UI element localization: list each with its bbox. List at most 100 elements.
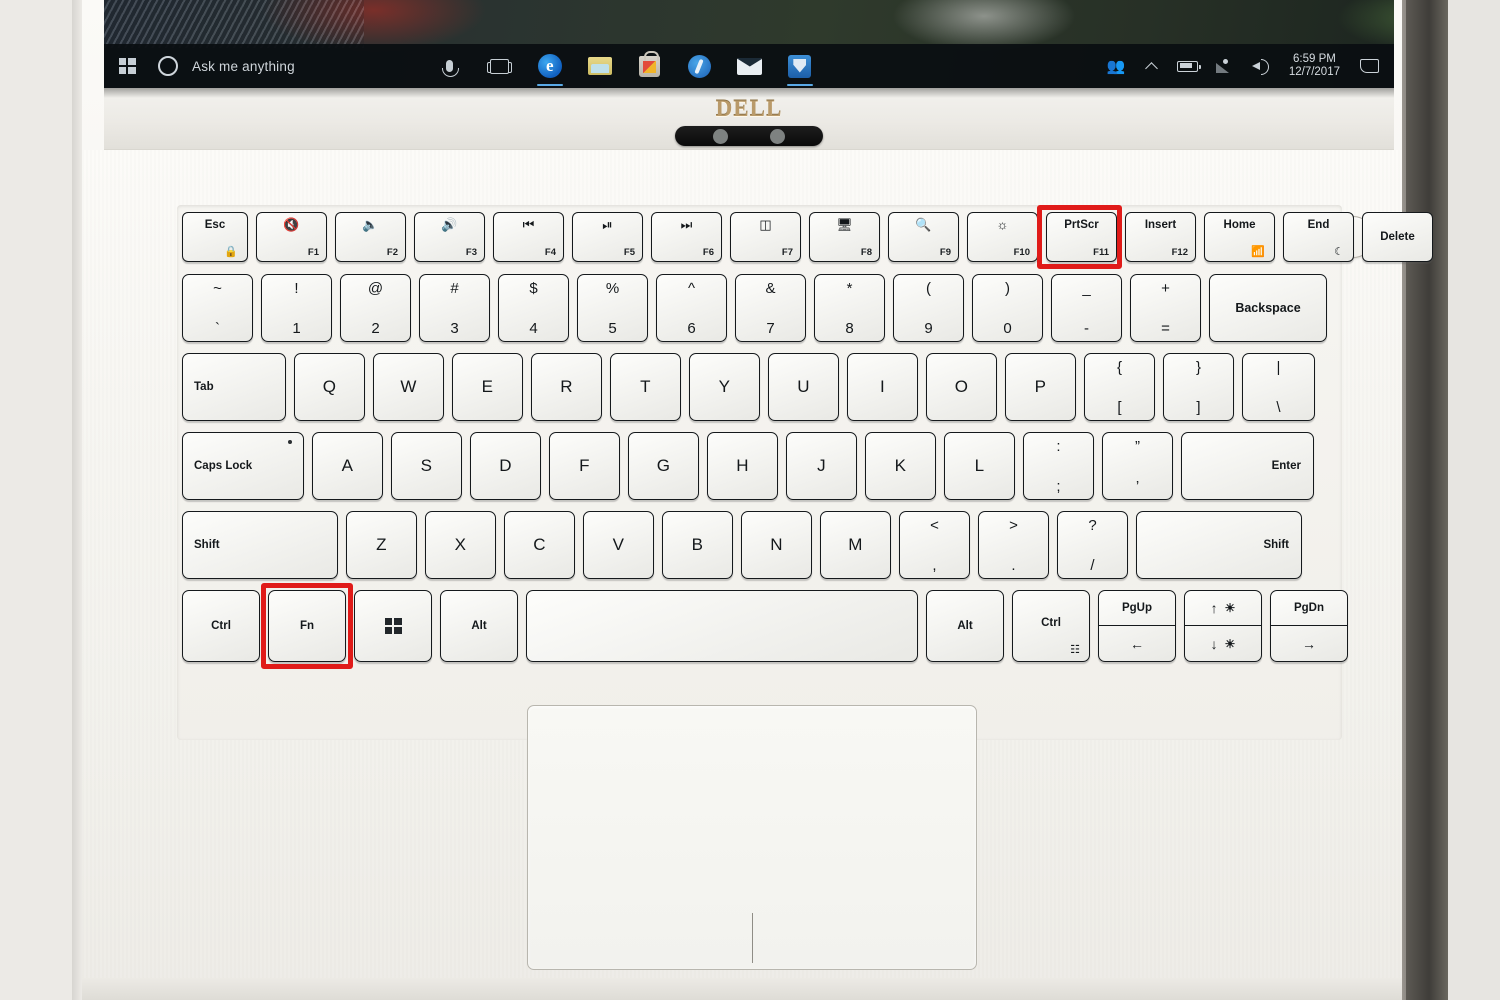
taskbar-app-edge[interactable]: e: [525, 44, 575, 88]
battery-icon[interactable]: [1171, 44, 1205, 88]
key-f1-mute[interactable]: 🔇 F1: [256, 212, 327, 262]
key-minus[interactable]: _ -: [1051, 274, 1122, 342]
windows-taskbar[interactable]: Ask me anything e 👥 6:59 PM 12/7/2017: [104, 44, 1394, 88]
key-enter[interactable]: Enter: [1181, 432, 1314, 500]
key-p[interactable]: P: [1005, 353, 1076, 421]
key-left-arrow[interactable]: ←: [1099, 626, 1175, 661]
volume-icon[interactable]: [1243, 44, 1277, 88]
key-w[interactable]: W: [373, 353, 444, 421]
key-f2-volume-down[interactable]: 🔈 F2: [335, 212, 406, 262]
key-f12-insert[interactable]: Insert F12: [1125, 212, 1196, 262]
key-f[interactable]: F: [549, 432, 620, 500]
key-windows[interactable]: [354, 590, 432, 662]
key-c[interactable]: C: [504, 511, 575, 579]
key-g[interactable]: G: [628, 432, 699, 500]
key-delete[interactable]: Delete: [1362, 212, 1433, 262]
key-comma[interactable]: < ,: [899, 511, 970, 579]
key-z[interactable]: Z: [346, 511, 417, 579]
key-backslash[interactable]: | \: [1242, 353, 1315, 421]
key-end[interactable]: End ☾: [1283, 212, 1354, 262]
key-slash[interactable]: ? /: [1057, 511, 1128, 579]
cortana-ring-icon[interactable]: [158, 56, 178, 76]
people-icon[interactable]: 👥: [1099, 44, 1133, 88]
show-hidden-icons-chevron[interactable]: [1135, 44, 1169, 88]
key-e[interactable]: E: [452, 353, 523, 421]
key-grave[interactable]: ~ `: [182, 274, 253, 342]
key-3[interactable]: # 3: [419, 274, 490, 342]
key-0[interactable]: ) 0: [972, 274, 1043, 342]
key-s[interactable]: S: [391, 432, 462, 500]
key-pgup-left-arrow[interactable]: PgUp ←: [1098, 590, 1176, 662]
key-left-bracket[interactable]: { [: [1084, 353, 1155, 421]
key-backspace[interactable]: Backspace: [1209, 274, 1327, 342]
key-home[interactable]: Home 📶: [1204, 212, 1275, 262]
key-quote[interactable]: ” ’: [1102, 432, 1173, 500]
key-2[interactable]: @ 2: [340, 274, 411, 342]
microphone-icon[interactable]: [425, 44, 475, 88]
key-pgdn[interactable]: PgDn: [1271, 591, 1347, 626]
key-b[interactable]: B: [662, 511, 733, 579]
key-4[interactable]: $ 4: [498, 274, 569, 342]
key-m[interactable]: M: [820, 511, 891, 579]
key-f6-next-track[interactable]: ⏭ F6: [651, 212, 722, 262]
key-left-shift[interactable]: Shift: [182, 511, 338, 579]
key-right-bracket[interactable]: } ]: [1163, 353, 1234, 421]
key-down-arrow-brightness-down[interactable]: ↓ ☀: [1185, 626, 1261, 661]
action-center-icon[interactable]: [1352, 44, 1386, 88]
key-8[interactable]: * 8: [814, 274, 885, 342]
taskbar-clock[interactable]: 6:59 PM 12/7/2017: [1279, 53, 1350, 79]
key-esc[interactable]: Esc 🔒: [182, 212, 248, 262]
key-h[interactable]: H: [707, 432, 778, 500]
taskbar-app-file-explorer[interactable]: [575, 44, 625, 88]
key-7[interactable]: & 7: [735, 274, 806, 342]
key-k[interactable]: K: [865, 432, 936, 500]
network-icon[interactable]: [1207, 44, 1241, 88]
key-f10-keyboard-backlight[interactable]: ☼ F10: [967, 212, 1038, 262]
start-button[interactable]: [104, 44, 150, 88]
taskbar-app-blue-shield[interactable]: [775, 44, 825, 88]
key-d[interactable]: D: [470, 432, 541, 500]
key-right-alt[interactable]: Alt: [926, 590, 1004, 662]
key-f9-search[interactable]: 🔍 F9: [888, 212, 959, 262]
key-u[interactable]: U: [768, 353, 839, 421]
key-j[interactable]: J: [786, 432, 857, 500]
key-5[interactable]: % 5: [577, 274, 648, 342]
taskbar-app-store[interactable]: [625, 44, 675, 88]
key-a[interactable]: A: [312, 432, 383, 500]
key-space[interactable]: [526, 590, 918, 662]
key-tab[interactable]: Tab: [182, 353, 286, 421]
key-n[interactable]: N: [741, 511, 812, 579]
taskbar-app-blue-circle[interactable]: [675, 44, 725, 88]
key-1[interactable]: ! 1: [261, 274, 332, 342]
key-caps-lock[interactable]: Caps Lock: [182, 432, 304, 500]
key-r[interactable]: R: [531, 353, 602, 421]
key-semicolon[interactable]: : ;: [1023, 432, 1094, 500]
key-v[interactable]: V: [583, 511, 654, 579]
key-x[interactable]: X: [425, 511, 496, 579]
key-right-shift[interactable]: Shift: [1136, 511, 1302, 579]
key-right-ctrl[interactable]: Ctrl ☷: [1012, 590, 1090, 662]
key-up-arrow-brightness-up[interactable]: ↑ ☀: [1185, 591, 1261, 626]
key-pgup[interactable]: PgUp: [1099, 591, 1175, 626]
taskbar-app-mail[interactable]: [725, 44, 775, 88]
key-t[interactable]: T: [610, 353, 681, 421]
key-period[interactable]: > .: [978, 511, 1049, 579]
key-fn[interactable]: Fn: [268, 590, 346, 662]
trackpad[interactable]: [527, 705, 977, 970]
key-left-alt[interactable]: Alt: [440, 590, 518, 662]
task-view-icon[interactable]: [475, 44, 525, 88]
key-right-arrow[interactable]: →: [1271, 626, 1347, 661]
key-f3-volume-up[interactable]: 🔊 F3: [414, 212, 485, 262]
key-q[interactable]: Q: [294, 353, 365, 421]
key-up-down-arrow[interactable]: ↑ ☀ ↓ ☀: [1184, 590, 1262, 662]
key-f11-prtscr[interactable]: PrtScr F11: [1046, 212, 1117, 262]
key-left-ctrl[interactable]: Ctrl: [182, 590, 260, 662]
key-y[interactable]: Y: [689, 353, 760, 421]
key-f8-project[interactable]: 🖥 F8: [809, 212, 880, 262]
key-9[interactable]: ( 9: [893, 274, 964, 342]
key-pgdn-right-arrow[interactable]: PgDn →: [1270, 590, 1348, 662]
key-l[interactable]: L: [944, 432, 1015, 500]
search-input[interactable]: Ask me anything: [192, 59, 295, 74]
key-o[interactable]: O: [926, 353, 997, 421]
key-i[interactable]: I: [847, 353, 918, 421]
